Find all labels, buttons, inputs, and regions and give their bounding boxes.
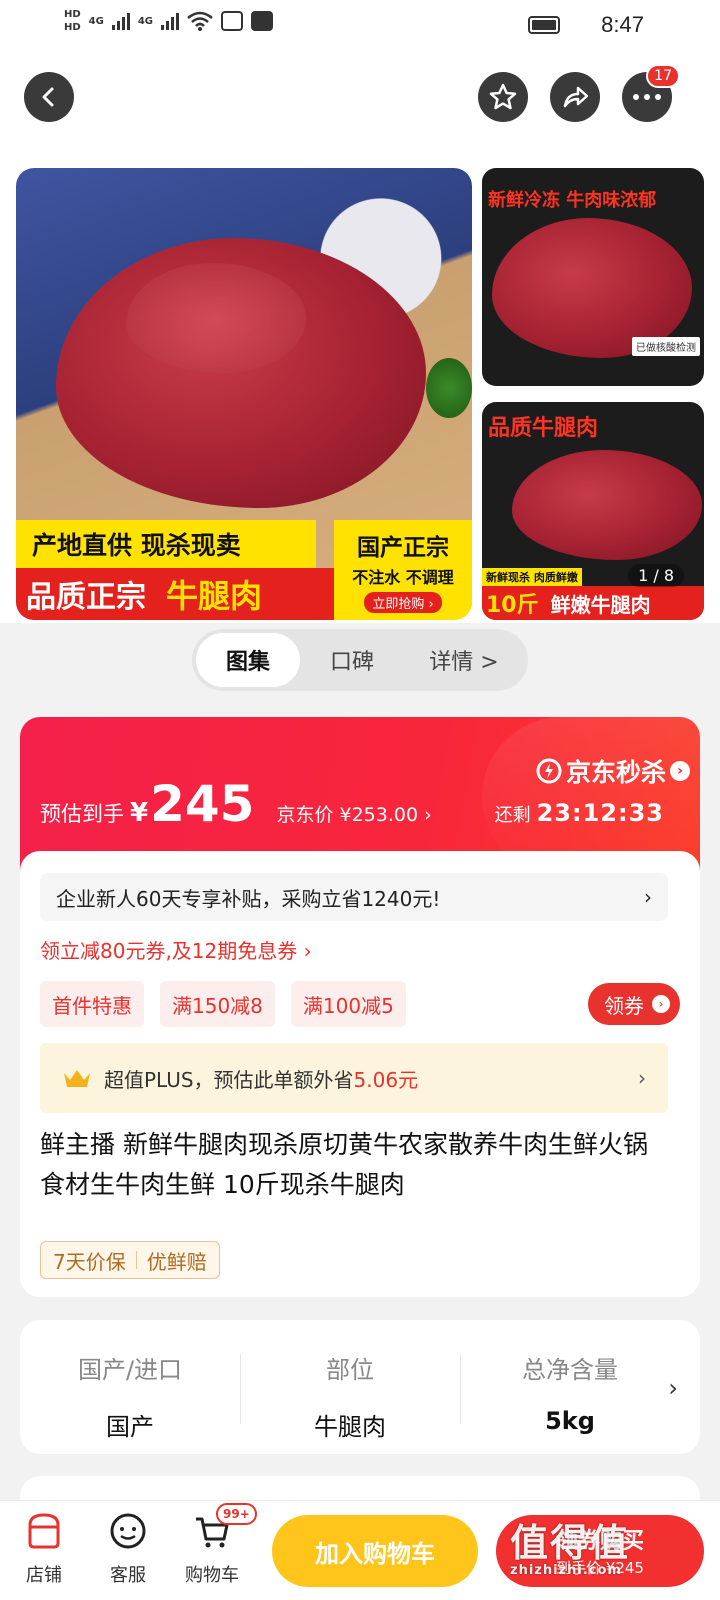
chevron-right-icon: › — [652, 995, 670, 1013]
tab-reviews[interactable]: 口碑 — [300, 633, 404, 687]
attribute-origin: 国产/进口 国产 — [77, 1356, 183, 1441]
flash-sale-title[interactable]: 京东秒杀 › — [536, 753, 690, 789]
section-tabs: 图集 口碑 详情 > — [0, 623, 720, 699]
signal-icon-2 — [161, 12, 180, 30]
favorite-button[interactable] — [478, 72, 528, 122]
chevron-left-icon — [42, 87, 54, 107]
more-icon — [633, 94, 661, 100]
cart-count-badge: 99+ — [216, 1503, 257, 1525]
battery-icon — [528, 16, 560, 34]
get-coupon-button[interactable]: 领券 › — [588, 983, 680, 1025]
chevron-right-icon: › — [668, 1374, 678, 1402]
chevron-right-icon: › — [644, 885, 652, 909]
store-icon — [28, 1513, 60, 1549]
buy-now-tag: 立即抢购 › — [364, 591, 442, 613]
image-gallery[interactable]: 产地直供 现杀现卖 品质正宗 牛腿肉 国产正宗 不注水 不调理 立即抢购 › 新… — [0, 158, 720, 623]
enterprise-subsidy-bar[interactable]: 企业新人60天专享补贴，采购立省1240元! › — [40, 873, 668, 921]
share-button[interactable] — [550, 72, 600, 122]
product-title: 鲜主播 新鲜牛腿肉现杀原切黄牛农家散养牛肉生鲜火锅食材生牛肉生鲜 10斤现杀牛腿… — [40, 1130, 648, 1199]
coupon-offer-link[interactable]: 领立减80元券,及12期免息券 › — [40, 935, 312, 964]
back-button[interactable] — [24, 72, 74, 122]
jd-price: 京东价 ¥253.00 › — [276, 804, 432, 826]
gallery-pager: 1 / 8 — [628, 564, 684, 587]
hd-indicator: HD HD — [64, 9, 81, 33]
promo-chip[interactable]: 首件特惠 — [40, 981, 144, 1027]
flash-logo-icon — [536, 758, 562, 784]
tab-details[interactable]: 详情 > — [404, 633, 524, 687]
crown-icon — [64, 1070, 90, 1087]
price-line: 预估到手 ¥ 245 京东价 ¥253.00 › — [40, 775, 432, 833]
garnish — [426, 358, 472, 418]
main-product-image[interactable]: 产地直供 现杀现卖 品质正宗 牛腿肉 国产正宗 不注水 不调理 立即抢购 › — [16, 168, 472, 620]
attribute-weight: 总净含量 5kg — [522, 1356, 618, 1435]
store-button[interactable]: 店铺 — [4, 1511, 84, 1587]
wifi-icon — [187, 11, 213, 31]
signal-icon — [111, 12, 130, 30]
chat-icon — [110, 1513, 146, 1549]
service-tags[interactable]: 7天价保 优鲜赔 — [40, 1241, 220, 1279]
chevron-right-icon: › — [638, 1066, 646, 1090]
estimated-price: 245 — [150, 775, 255, 833]
promo-chip[interactable]: 满150减8 — [160, 981, 275, 1027]
authentic-badge: 国产正宗 不注水 不调理 立即抢购 › — [334, 520, 472, 620]
network-type-1: 4G — [88, 15, 104, 27]
chevron-right-icon: › — [670, 761, 690, 781]
banner-quality: 品质正宗 牛腿肉 — [16, 568, 336, 620]
tab-gallery[interactable]: 图集 — [196, 633, 300, 687]
network-type-2: 4G — [137, 15, 154, 27]
clock: 8:47 — [601, 12, 644, 37]
cart-button[interactable]: 99+ 购物车 — [172, 1503, 257, 1587]
more-button[interactable]: 17 — [622, 64, 680, 122]
hand-icon — [221, 11, 244, 31]
banner-origin: 产地直供 现杀现卖 — [16, 520, 316, 568]
price-card: 预估到手 ¥ 245 京东价 ¥253.00 › 京东秒杀 › 还剩 23:12… — [20, 717, 700, 1297]
notification-badge: 17 — [646, 64, 680, 88]
status-bar: HD HD 4G 4G 8:47 — [0, 0, 720, 48]
watermark-logo: 值得值 zhizhizhi.com — [510, 1521, 631, 1578]
promo-chip[interactable]: 满100减5 — [290, 981, 406, 1027]
attribute-part: 部位 牛腿肉 — [314, 1356, 386, 1441]
top-nav: 17 — [0, 48, 720, 158]
message-icon — [251, 11, 274, 31]
star-icon — [489, 83, 517, 110]
thumbnail-1[interactable]: 新鲜冷冻 牛肉味浓郁 已做核酸检测 — [482, 168, 704, 386]
customer-service-button[interactable]: 客服 — [88, 1511, 168, 1587]
share-icon — [563, 86, 589, 108]
thumbnail-2[interactable]: 品质牛腿肉 新鲜现杀 肉质鲜嫩 10斤 鲜嫩牛腿肉 — [482, 402, 704, 620]
plus-membership-bar[interactable]: 超值PLUS，预估此单额外省 5.06元 › — [40, 1043, 668, 1113]
add-to-cart-button[interactable]: 加入购物车 — [272, 1515, 478, 1587]
countdown: 还剩 23:12:33 — [494, 799, 664, 827]
product-attributes[interactable]: 国产/进口 国产 部位 牛腿肉 总净含量 5kg › — [20, 1320, 700, 1454]
